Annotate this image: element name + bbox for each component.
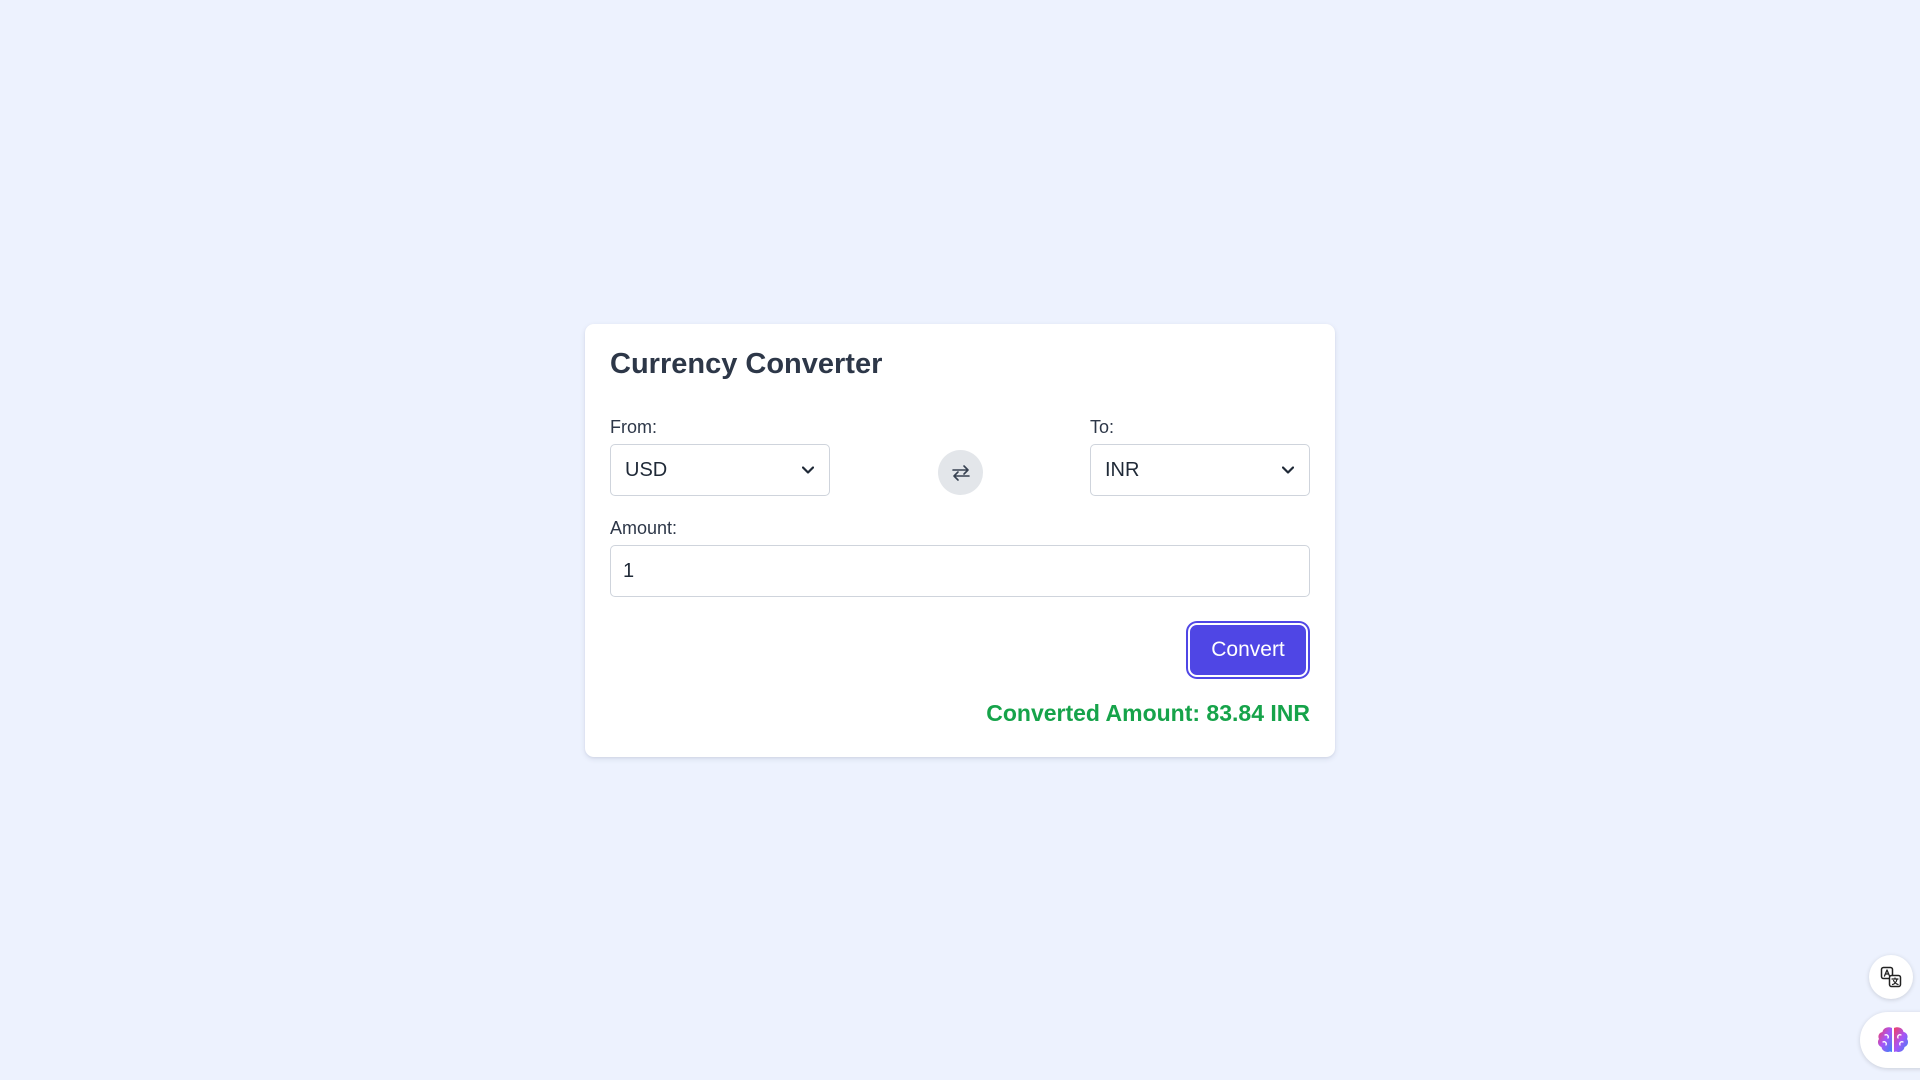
from-currency-select[interactable]: USD	[610, 444, 830, 496]
from-label: From:	[610, 417, 657, 437]
swap-currencies-button[interactable]	[938, 450, 983, 495]
chevron-down-icon	[1281, 463, 1295, 477]
translate-icon	[1879, 965, 1903, 989]
amount-input[interactable]	[610, 545, 1310, 597]
page: Currency Converter From: USD To: INR Amo…	[0, 0, 1920, 1080]
convert-button[interactable]: Convert	[1190, 625, 1306, 675]
translate-button[interactable]	[1869, 955, 1913, 999]
swap-arrows-icon	[951, 464, 971, 482]
converter-card: Currency Converter From: USD To: INR Amo…	[585, 324, 1335, 757]
brain-icon	[1876, 1025, 1910, 1055]
to-label: To:	[1090, 417, 1115, 437]
amount-label: Amount:	[610, 518, 678, 538]
converted-amount-text: Converted Amount: 83.84 INR	[986, 700, 1310, 726]
chevron-down-icon	[801, 463, 815, 477]
to-currency-value: INR	[1105, 458, 1140, 481]
to-currency-select[interactable]: INR	[1090, 444, 1310, 496]
ai-assistant-button[interactable]	[1860, 1012, 1920, 1068]
from-currency-value: USD	[625, 458, 668, 481]
page-title: Currency Converter	[610, 348, 883, 380]
